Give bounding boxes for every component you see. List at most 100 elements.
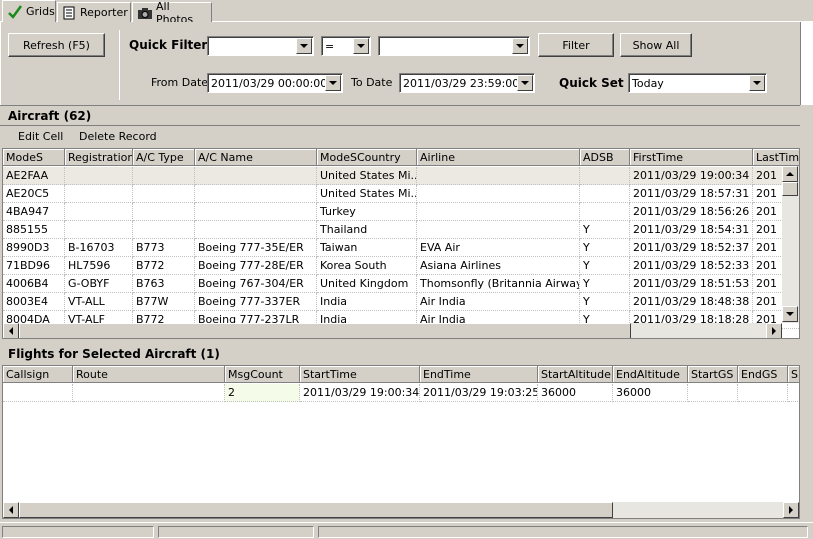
table-cell[interactable]: 2 xyxy=(225,384,300,402)
table-cell[interactable]: 2011/03/29 18:51:53 xyxy=(630,275,753,293)
table-cell[interactable] xyxy=(788,384,799,402)
quick-set-select[interactable]: Today xyxy=(628,73,767,93)
table-cell[interactable]: 36000 xyxy=(613,384,688,402)
table-cell[interactable]: AE2FAA xyxy=(3,167,65,185)
table-cell[interactable]: 2011/03/29 18:54:31 xyxy=(630,221,753,239)
table-cell[interactable]: United States Mi... xyxy=(317,185,417,203)
table-cell[interactable] xyxy=(195,221,317,239)
table-cell[interactable] xyxy=(73,384,225,402)
table-cell[interactable]: 36000 xyxy=(538,384,613,402)
refresh-button[interactable]: Refresh (F5) xyxy=(8,33,105,57)
table-cell[interactable] xyxy=(580,185,630,203)
operator-select[interactable]: = xyxy=(321,36,371,56)
scroll-thumb[interactable] xyxy=(782,182,798,196)
show-all-button[interactable]: Show All xyxy=(620,33,692,57)
chevron-down-icon[interactable] xyxy=(296,38,312,54)
table-cell[interactable]: Boeing 777-35E/ER xyxy=(195,239,317,257)
table-cell[interactable]: 2011/03/29 18:57:31 xyxy=(630,185,753,203)
table-cell[interactable]: B772 xyxy=(133,257,195,275)
column-header[interactable]: EndAltitude xyxy=(613,366,688,383)
table-cell[interactable]: India xyxy=(317,293,417,311)
table-cell[interactable]: 8990D3 xyxy=(3,239,65,257)
table-cell[interactable]: 2011/03/29 19:03:25 xyxy=(420,384,538,402)
column-header[interactable]: ADSB xyxy=(580,149,630,166)
column-header[interactable]: ModeS xyxy=(3,149,65,166)
vertical-scrollbar[interactable] xyxy=(782,166,799,323)
scroll-right-button[interactable] xyxy=(766,323,782,338)
table-cell[interactable] xyxy=(417,167,580,185)
table-cell[interactable] xyxy=(65,167,133,185)
table-cell[interactable] xyxy=(133,203,195,221)
column-header[interactable]: Route xyxy=(73,366,225,383)
table-cell[interactable]: AE20C5 xyxy=(3,185,65,203)
table-cell[interactable]: Y xyxy=(580,293,630,311)
scroll-thumb[interactable] xyxy=(19,323,631,338)
edit-cell-button[interactable]: Edit Cell xyxy=(18,130,63,143)
column-header[interactable]: S xyxy=(788,366,799,383)
column-header[interactable]: A/C Type xyxy=(133,149,195,166)
to-date-picker[interactable]: 2011/03/29 23:59:00 xyxy=(399,73,535,93)
scroll-right-button[interactable] xyxy=(783,502,799,518)
tab-all-photos[interactable]: All Photos xyxy=(132,0,212,26)
column-header[interactable]: StartAltitude xyxy=(538,366,613,383)
table-cell[interactable] xyxy=(65,221,133,239)
table-cell[interactable]: HL7596 xyxy=(65,257,133,275)
table-cell[interactable]: United Kingdom xyxy=(317,275,417,293)
table-cell[interactable]: Turkey xyxy=(317,203,417,221)
tab-reporter[interactable]: Reporter xyxy=(57,2,131,22)
table-cell[interactable] xyxy=(417,221,580,239)
table-cell[interactable]: 2011/03/29 18:48:38 xyxy=(630,293,753,311)
column-header[interactable]: EndGS xyxy=(738,366,788,383)
table-cell[interactable]: 2011/03/29 19:00:34 xyxy=(300,384,420,402)
table-cell[interactable]: Thailand xyxy=(317,221,417,239)
table-cell[interactable]: Y xyxy=(580,257,630,275)
horizontal-scrollbar[interactable] xyxy=(3,323,782,338)
column-header[interactable]: Registration xyxy=(65,149,133,166)
column-header[interactable]: ModeSCountry xyxy=(317,149,417,166)
chevron-down-icon[interactable] xyxy=(325,75,341,91)
chevron-down-icon[interactable] xyxy=(517,75,533,91)
column-header[interactable]: Callsign xyxy=(3,366,73,383)
filter-button[interactable]: Filter xyxy=(538,33,614,57)
table-cell[interactable]: EVA Air xyxy=(417,239,580,257)
table-cell[interactable]: Y xyxy=(580,239,630,257)
table-cell[interactable]: 2011/03/29 18:52:37 xyxy=(630,239,753,257)
table-cell[interactable]: 2011/03/29 18:52:33 xyxy=(630,257,753,275)
table-cell[interactable] xyxy=(133,167,195,185)
flights-grid[interactable]: Callsign Route MsgCount StartTime EndTime Sta… xyxy=(2,365,800,519)
tab-grids[interactable]: Grids xyxy=(2,0,56,22)
table-cell[interactable] xyxy=(65,185,133,203)
table-cell[interactable] xyxy=(417,185,580,203)
column-header[interactable]: LastTim xyxy=(753,149,799,166)
table-cell[interactable] xyxy=(195,203,317,221)
table-cell[interactable] xyxy=(580,167,630,185)
scroll-left-button[interactable] xyxy=(3,502,19,518)
scroll-up-button[interactable] xyxy=(782,166,798,182)
table-cell[interactable] xyxy=(133,185,195,203)
table-cell[interactable]: 4BA947 xyxy=(3,203,65,221)
table-cell[interactable]: B763 xyxy=(133,275,195,293)
column-header[interactable]: A/C Name xyxy=(195,149,317,166)
scroll-left-button[interactable] xyxy=(3,323,19,338)
column-header[interactable]: MsgCount xyxy=(225,366,300,383)
table-cell[interactable]: Y xyxy=(580,221,630,239)
table-cell[interactable]: Taiwan xyxy=(317,239,417,257)
from-date-picker[interactable]: 2011/03/29 00:00:00 xyxy=(207,73,343,93)
table-cell[interactable] xyxy=(580,203,630,221)
table-cell[interactable]: Korea South xyxy=(317,257,417,275)
filter-field-select[interactable] xyxy=(207,36,314,56)
table-cell[interactable]: Asiana Airlines xyxy=(417,257,580,275)
chevron-down-icon[interactable] xyxy=(353,38,369,54)
table-cell[interactable]: 885155 xyxy=(3,221,65,239)
table-cell[interactable]: Thomsonfly (Britannia Airways) xyxy=(417,275,580,293)
delete-record-button[interactable]: Delete Record xyxy=(79,130,157,143)
table-cell[interactable]: 8003E4 xyxy=(3,293,65,311)
table-cell[interactable] xyxy=(195,185,317,203)
table-cell[interactable] xyxy=(417,203,580,221)
chevron-down-icon[interactable] xyxy=(512,38,528,54)
table-cell[interactable]: Air India xyxy=(417,293,580,311)
column-header[interactable]: EndTime xyxy=(420,366,538,383)
column-header[interactable]: FirstTime xyxy=(630,149,753,166)
table-cell[interactable]: G-OBYF xyxy=(65,275,133,293)
table-cell[interactable]: 2011/03/29 18:56:26 xyxy=(630,203,753,221)
